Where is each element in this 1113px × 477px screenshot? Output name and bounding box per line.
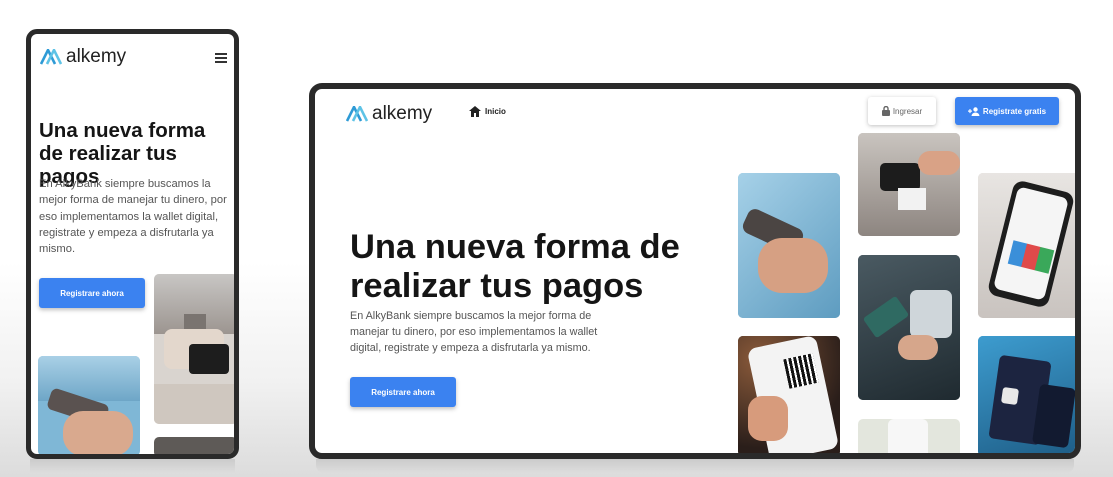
lock-icon — [881, 106, 890, 116]
brand-name: alkemy — [372, 103, 433, 124]
login-label: Ingresar — [892, 106, 923, 116]
credit-card-photo — [978, 336, 1075, 453]
nav-home-label: Inicio — [485, 107, 506, 116]
phone-mockup: alkemy Una nueva forma de realizar tus p… — [26, 29, 239, 459]
alkemy-logo-icon — [346, 106, 368, 122]
tablet-description: En AlkyBank siempre buscamos la mejor fo… — [350, 310, 598, 354]
add-user-icon — [967, 106, 980, 116]
payment-terminal-photo — [154, 274, 234, 424]
tablet-mockup: alkemy Inicio Ingresar Registrate gratis… — [309, 83, 1081, 459]
hamburger-icon[interactable] — [215, 53, 227, 63]
alkemy-logo-icon — [40, 49, 62, 65]
card-terminal-photo — [858, 133, 960, 236]
tablet-register-button[interactable]: Registrare ahora — [350, 377, 456, 407]
register-free-label: Registrate gratis — [982, 106, 1047, 116]
contactless-pay-photo — [858, 255, 960, 400]
phone-reflection — [30, 459, 235, 473]
nav-home-link[interactable]: Inicio — [469, 106, 506, 117]
phone-register-button[interactable]: Registrare ahora — [39, 278, 145, 308]
phone-photo-partial — [154, 437, 234, 454]
phone-description: En AlkyBank siempre buscamos la mejor fo… — [39, 178, 227, 256]
home-icon — [469, 106, 481, 117]
tablet-brand-logo[interactable]: alkemy — [346, 103, 432, 125]
login-button[interactable]: Ingresar — [868, 97, 936, 125]
tablet-reflection — [316, 459, 1074, 473]
qr-scan-photo — [738, 336, 840, 453]
grid-photo-partial — [858, 419, 960, 453]
tablet-headline: Una nueva forma de realizar tus pagos — [350, 228, 680, 305]
brand-name: alkemy — [66, 46, 127, 67]
register-free-button[interactable]: Registrate gratis — [955, 97, 1059, 125]
brand-logo[interactable]: alkemy — [40, 46, 126, 68]
wallet-app-photo — [978, 173, 1075, 318]
hand-phone-photo — [38, 356, 140, 454]
hand-phone-photo — [738, 173, 840, 318]
